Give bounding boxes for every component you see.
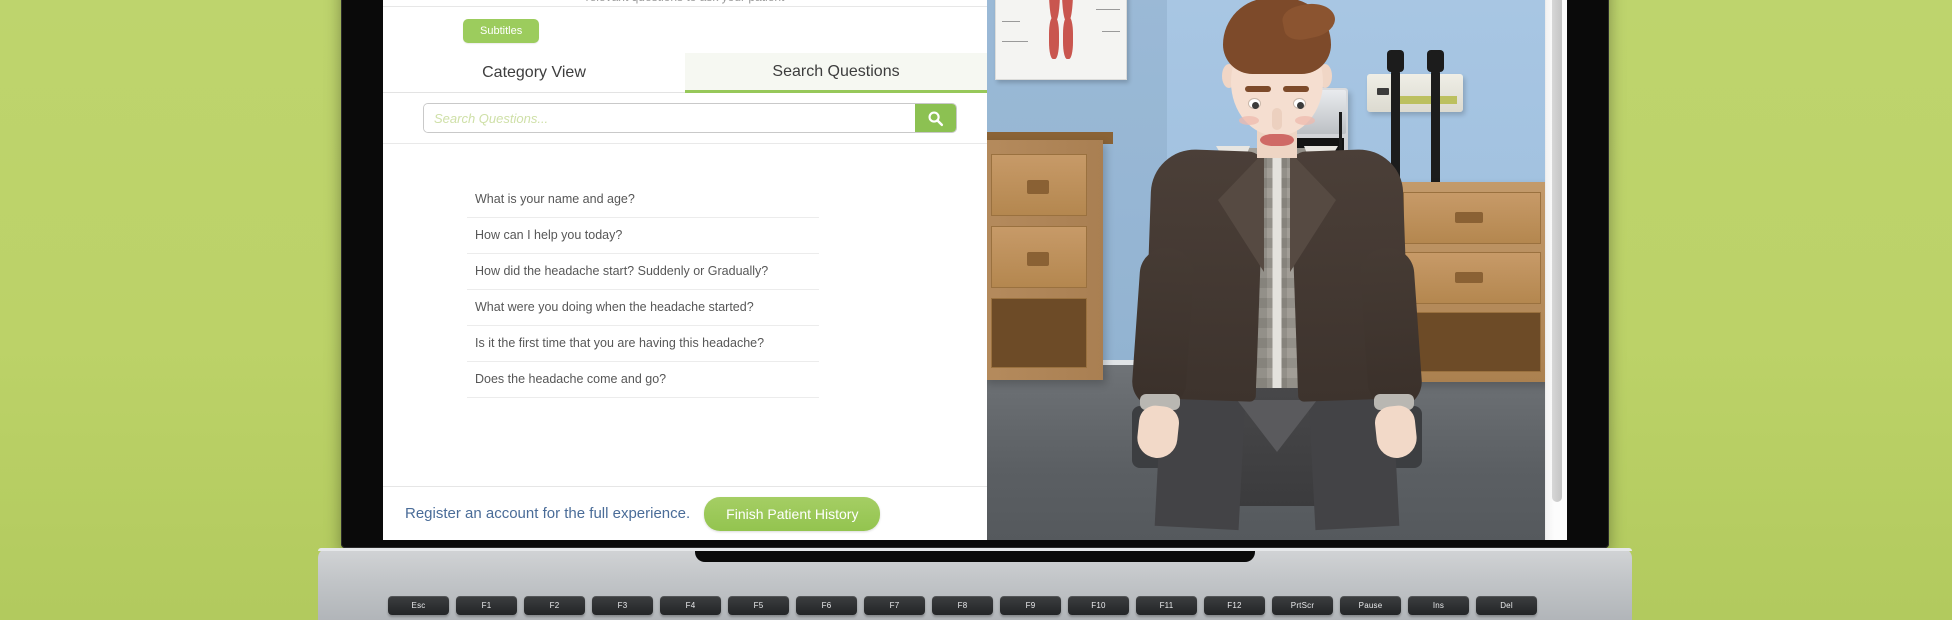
subtitles-row: Subtitles <box>383 7 987 53</box>
search-icon <box>928 110 944 126</box>
key-f11[interactable]: F11 <box>1136 596 1197 615</box>
key-f6[interactable]: F6 <box>796 596 857 615</box>
drawer-handle <box>1455 212 1483 223</box>
patient-eye <box>1293 98 1306 109</box>
list-item[interactable]: How did the headache start? Suddenly or … <box>467 254 819 290</box>
key-f2[interactable]: F2 <box>524 596 585 615</box>
list-item[interactable]: What is your name and age? <box>467 182 819 218</box>
anatomy-poster-icon <box>995 0 1127 80</box>
key-f9[interactable]: F9 <box>1000 596 1061 615</box>
patient-cheek <box>1239 116 1259 125</box>
patient-hair <box>1223 0 1338 74</box>
tab-search-questions[interactable]: Search Questions <box>685 53 987 93</box>
patient-eyebrow <box>1283 86 1309 92</box>
list-item[interactable]: How can I help you today? <box>467 218 819 254</box>
key-f4[interactable]: F4 <box>660 596 721 615</box>
search-row <box>383 93 987 144</box>
clinic-scene-panel: ? <box>987 0 1567 540</box>
key-f10[interactable]: F10 <box>1068 596 1129 615</box>
drawer-handle <box>1455 272 1483 283</box>
scrollbar-thumb[interactable] <box>1552 0 1562 502</box>
patient-eye <box>1248 98 1261 109</box>
key-f8[interactable]: F8 <box>932 596 993 615</box>
key-del[interactable]: Del <box>1476 596 1537 615</box>
question-list: What is your name and age? How can I hel… <box>383 144 987 398</box>
clinic-illustration: ? <box>987 0 1567 540</box>
subtitles-button[interactable]: Subtitles <box>463 19 540 43</box>
pupil <box>1297 102 1304 109</box>
laptop-base-edge <box>318 548 1632 551</box>
footer-bar: Register an account for the full experie… <box>383 486 987 540</box>
poster-figure <box>1033 0 1089 63</box>
search-button[interactable] <box>915 104 956 132</box>
tab-category-view[interactable]: Category View <box>383 53 685 92</box>
patient-nose <box>1272 108 1282 130</box>
keyboard-function-row: Esc F1 F2 F3 F4 F5 F6 F7 F8 F9 F10 F11 F… <box>388 596 1537 615</box>
finish-patient-history-button[interactable]: Finish Patient History <box>704 496 881 531</box>
drawer-handle <box>1027 180 1049 194</box>
laptop-device: relevant questions to ask your patient S… <box>0 0 1952 620</box>
key-pause[interactable]: Pause <box>1340 596 1401 615</box>
key-f12[interactable]: F12 <box>1204 596 1265 615</box>
list-item[interactable]: Is it the first time that you are having… <box>467 326 819 362</box>
application-window: relevant questions to ask your patient S… <box>383 0 1567 540</box>
key-f7[interactable]: F7 <box>864 596 925 615</box>
jacket-sleeve <box>1130 246 1196 410</box>
register-account-link[interactable]: Register an account for the full experie… <box>405 505 690 522</box>
patient-eyebrow <box>1245 86 1271 92</box>
hair-lock <box>1280 0 1338 44</box>
key-f3[interactable]: F3 <box>592 596 653 615</box>
jacket-sleeve <box>1358 246 1424 410</box>
key-esc[interactable]: Esc <box>388 596 449 615</box>
patient-avatar[interactable] <box>1112 0 1442 531</box>
pupil <box>1252 102 1259 109</box>
patient-mouth <box>1260 134 1294 146</box>
key-ins[interactable]: Ins <box>1408 596 1469 615</box>
key-f5[interactable]: F5 <box>728 596 789 615</box>
cabinet-left <box>987 140 1103 380</box>
shirt-placket <box>1272 148 1282 388</box>
list-item[interactable]: What were you doing when the headache st… <box>467 290 819 326</box>
key-f1[interactable]: F1 <box>456 596 517 615</box>
search-box <box>423 103 957 133</box>
list-item[interactable]: Does the headache come and go? <box>467 362 819 398</box>
key-prtscr[interactable]: PrtScr <box>1272 596 1333 615</box>
patient-cheek <box>1295 116 1315 125</box>
tab-bar: Category View Search Questions <box>383 53 987 93</box>
questions-panel: relevant questions to ask your patient S… <box>383 0 987 540</box>
cabinet-open-shelf <box>991 298 1087 368</box>
patient-lap <box>1237 400 1317 452</box>
laptop-screen: relevant questions to ask your patient S… <box>383 0 1567 540</box>
scrollbar[interactable] <box>1545 0 1567 540</box>
drawer-handle <box>1027 252 1049 266</box>
search-input[interactable] <box>424 104 915 132</box>
